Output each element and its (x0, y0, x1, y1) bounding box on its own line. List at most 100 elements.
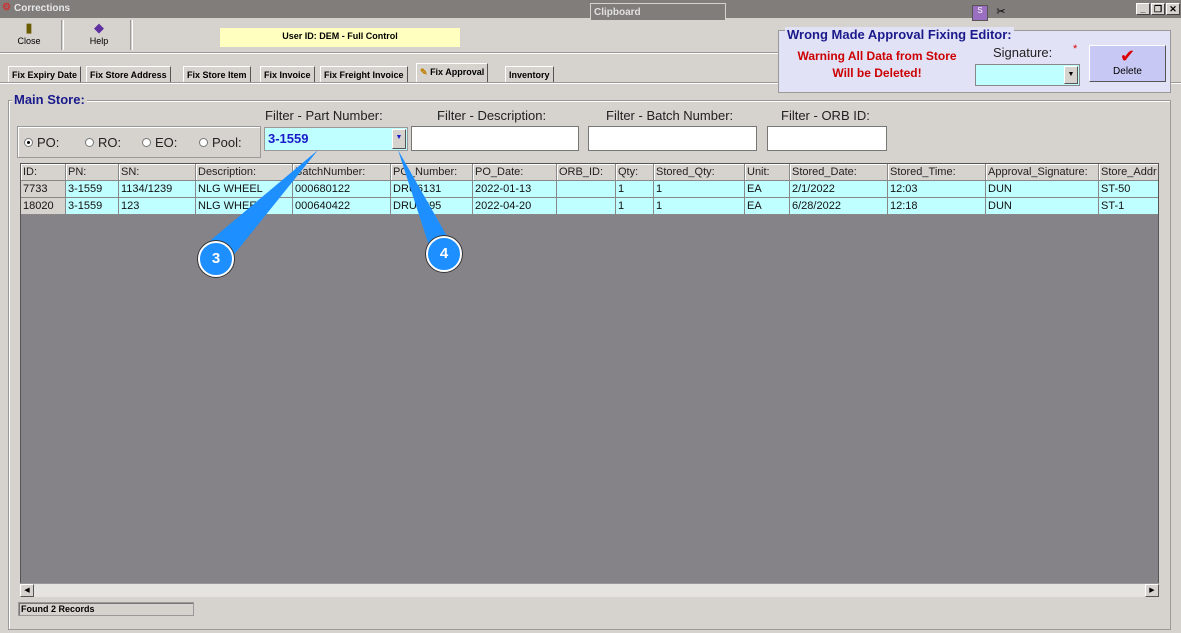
filter-orb-id-input[interactable] (767, 126, 887, 151)
store-icon[interactable]: S (972, 5, 988, 21)
records-grid: ID: PN: SN: Description: BatchNumber: PO_Numb… (20, 163, 1159, 597)
table-cell[interactable]: 12:03 (888, 181, 986, 198)
table-cell[interactable]: 1 (616, 198, 654, 215)
table-cell[interactable]: NLG WHEEL (196, 181, 293, 198)
divider (0, 52, 778, 54)
table-cell[interactable]: DRU4895 (391, 198, 473, 215)
minimize-button[interactable]: _ (1136, 3, 1150, 15)
filter-batch-number-input[interactable] (588, 126, 757, 151)
tools-icon[interactable]: ✂ (992, 5, 1010, 21)
column-header[interactable]: PN: (66, 164, 119, 181)
required-mark: * (1073, 43, 1078, 55)
radio-indicator (24, 138, 33, 147)
radio-eo[interactable]: EO: (142, 135, 177, 150)
radio-label: RO: (98, 135, 122, 150)
column-header[interactable]: Unit: (745, 164, 790, 181)
table-cell[interactable]: EA (745, 181, 790, 198)
table-cell[interactable]: 3-1559 (66, 198, 119, 215)
close-window-button[interactable]: ✕ (1166, 3, 1180, 15)
radio-pool[interactable]: Pool: (199, 135, 242, 150)
tab-fix-invoice[interactable]: Fix Invoice (260, 66, 315, 82)
table-cell[interactable]: 1 (654, 198, 745, 215)
tab-inventory[interactable]: Inventory (505, 66, 554, 82)
tab-fix-expiry-date[interactable]: Fix Expiry Date (8, 66, 82, 82)
filter-description-input[interactable] (411, 126, 579, 151)
filter-description-label: Filter - Description: (437, 108, 547, 123)
window-title: Corrections (14, 3, 71, 14)
tab-fix-store-item[interactable]: Fix Store Item (183, 66, 251, 82)
table-cell[interactable]: DUN (986, 181, 1099, 198)
table-cell[interactable]: NLG WHEEL (196, 198, 293, 215)
column-header[interactable]: PO_Date: (473, 164, 557, 181)
table-cell[interactable] (557, 198, 616, 215)
callout-badge-3: 3 (198, 241, 234, 277)
table-row[interactable]: 18020 3-1559 123 NLG WHEEL 000640422 DRU4895 2… (21, 198, 1158, 215)
table-cell[interactable]: DRU6131 (391, 181, 473, 198)
column-header[interactable]: ORB_ID: (557, 164, 616, 181)
table-cell[interactable]: 18020 (21, 198, 66, 215)
signature-combobox[interactable]: ▼ (975, 64, 1080, 86)
tab-fix-approval[interactable]: ✎ Fix Approval (416, 63, 489, 82)
table-cell[interactable]: EA (745, 198, 790, 215)
table-cell[interactable]: 000680122 (293, 181, 391, 198)
scroll-right-icon[interactable]: ▶ (1145, 584, 1159, 597)
tab-fix-freight-invoice[interactable]: Fix Freight Invoice (320, 66, 408, 82)
table-cell[interactable] (557, 181, 616, 198)
table-cell[interactable]: DUN (986, 198, 1099, 215)
radio-indicator (142, 138, 151, 147)
help-label: Help (89, 36, 109, 46)
order-type-radio-group: PO: RO: EO: Pool: (17, 126, 261, 158)
column-header[interactable]: SN: (119, 164, 196, 181)
restore-button[interactable]: ❐ (1151, 3, 1165, 15)
column-header[interactable]: Qty: (616, 164, 654, 181)
column-header[interactable]: ID: (21, 164, 66, 181)
table-cell[interactable]: 000640422 (293, 198, 391, 215)
table-row[interactable]: 7733 3-1559 1134/1239 NLG WHEEL 000680122 DRU… (21, 181, 1158, 198)
table-cell[interactable]: 2022-01-13 (473, 181, 557, 198)
table-cell[interactable]: 3-1559 (66, 181, 119, 198)
column-header[interactable]: PO_Number: (391, 164, 473, 181)
close-button[interactable]: ▮ Close (9, 20, 49, 46)
tab-fix-store-address[interactable]: Fix Store Address (86, 66, 171, 82)
horizontal-scrollbar[interactable]: ◀ ▶ (20, 583, 1159, 597)
toolbar-separator (61, 20, 64, 50)
tab-label: Fix Approval (430, 67, 485, 77)
table-cell[interactable]: ST-1 (1099, 198, 1158, 215)
radio-ro[interactable]: RO: (85, 135, 121, 150)
column-header[interactable]: Store_Addr (1099, 164, 1158, 181)
filter-part-number-label: Filter - Part Number: (265, 108, 383, 123)
table-cell[interactable]: 7733 (21, 181, 66, 198)
table-cell[interactable]: 2022-04-20 (473, 198, 557, 215)
delete-button[interactable]: ✔ Delete (1089, 45, 1166, 82)
filter-part-number-combobox[interactable]: 3-1559 ▼ (264, 127, 408, 151)
table-header-row[interactable]: ID: PN: SN: Description: BatchNumber: PO_Numb… (21, 164, 1158, 181)
editor-title: Wrong Made Approval Fixing Editor: (785, 27, 1014, 42)
table-cell[interactable]: 1 (616, 181, 654, 198)
scroll-left-icon[interactable]: ◀ (20, 584, 34, 597)
user-info-banner: User ID: DEM - Full Control (220, 28, 460, 47)
column-header[interactable]: Stored_Time: (888, 164, 986, 181)
signature-label: Signature: (993, 45, 1053, 60)
table-cell[interactable]: 123 (119, 198, 196, 215)
radio-indicator (85, 138, 94, 147)
help-button[interactable]: ◆ Help (79, 20, 119, 46)
table-cell[interactable]: 12:18 (888, 198, 986, 215)
column-header[interactable]: BatchNumber: (293, 164, 391, 181)
table-cell[interactable]: 1134/1239 (119, 181, 196, 198)
warning-line-2: Will be Deleted! (832, 66, 922, 80)
warning-line-1: Warning All Data from Store (797, 49, 957, 63)
column-header[interactable]: Description: (196, 164, 293, 181)
table-cell[interactable]: 1 (654, 181, 745, 198)
clipboard-field[interactable]: Clipboard (590, 3, 726, 21)
radio-po[interactable]: PO: (24, 135, 59, 150)
table-cell[interactable]: 2/1/2022 (790, 181, 888, 198)
table-cell[interactable]: 6/28/2022 (790, 198, 888, 215)
table-cell[interactable]: ST-50 (1099, 181, 1158, 198)
help-book-icon: ◆ (94, 20, 104, 35)
column-header[interactable]: Approval_Signature: (986, 164, 1099, 181)
chevron-down-icon[interactable]: ▼ (1064, 66, 1078, 84)
chevron-down-icon[interactable]: ▼ (392, 129, 406, 149)
approval-fixing-editor: Wrong Made Approval Fixing Editor: Warni… (778, 27, 1171, 93)
column-header[interactable]: Stored_Date: (790, 164, 888, 181)
column-header[interactable]: Stored_Qty: (654, 164, 745, 181)
